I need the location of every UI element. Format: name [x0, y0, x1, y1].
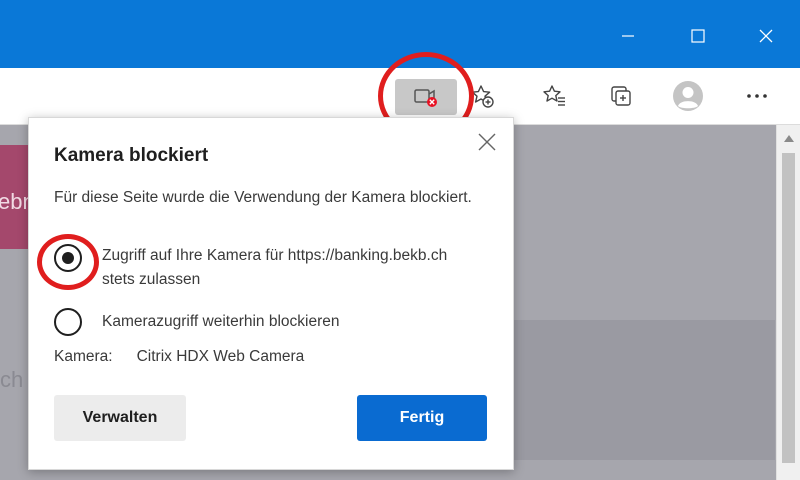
page-band	[510, 320, 775, 460]
minimize-button[interactable]	[606, 14, 650, 58]
camera-label: Kamera:	[54, 348, 113, 365]
page-scrollbar[interactable]	[776, 125, 800, 480]
page-partial-text-bottom: ch	[0, 367, 24, 392]
close-window-button[interactable]	[744, 14, 788, 58]
radio-allow-camera[interactable]	[54, 244, 82, 272]
favorites-button[interactable]	[534, 78, 574, 114]
option-allow-camera[interactable]: Zugriff auf Ihre Kamera für https://bank…	[54, 244, 452, 292]
popup-close-button[interactable]	[475, 130, 499, 154]
add-favorite-button[interactable]	[462, 78, 502, 114]
profile-avatar-icon	[673, 81, 703, 111]
camera-blocked-icon	[414, 89, 437, 107]
profile-button[interactable]	[668, 78, 708, 114]
scroll-up-arrow-icon[interactable]	[784, 135, 794, 142]
collections-button[interactable]	[601, 78, 641, 114]
camera-value: Citrix HDX Web Camera	[136, 348, 305, 365]
close-icon	[478, 133, 496, 151]
more-options-button[interactable]	[737, 78, 777, 114]
popup-description: Für diese Seite wurde die Verwendung der…	[54, 189, 472, 206]
close-icon	[759, 29, 773, 43]
done-button[interactable]: Fertig	[357, 395, 487, 441]
window-titlebar	[0, 0, 800, 68]
option-allow-label: Zugriff auf Ihre Kamera für https://bank…	[102, 247, 448, 288]
favorite-add-icon	[471, 85, 494, 108]
page-banner: ebn	[0, 145, 35, 249]
maximize-button[interactable]	[676, 14, 720, 58]
maximize-icon	[691, 29, 705, 43]
camera-blocked-button[interactable]	[395, 79, 457, 115]
collections-icon	[611, 86, 631, 106]
camera-blocked-popup: Kamera blockiert Für diese Seite wurde d…	[28, 117, 514, 470]
popup-title: Kamera blockiert	[54, 145, 209, 166]
option-block-label: Kamerazugriff weiterhin blockieren	[102, 313, 340, 330]
scrollbar-thumb[interactable]	[782, 153, 795, 463]
minimize-icon	[622, 35, 634, 37]
manage-button[interactable]: Verwalten	[54, 395, 186, 441]
option-keep-blocking[interactable]: Kamerazugriff weiterhin blockieren	[54, 308, 452, 336]
camera-info: Kamera: Citrix HDX Web Camera	[54, 348, 304, 366]
favorites-icon	[543, 85, 565, 106]
more-dots-icon	[747, 94, 767, 98]
radio-keep-blocking[interactable]	[54, 308, 82, 336]
